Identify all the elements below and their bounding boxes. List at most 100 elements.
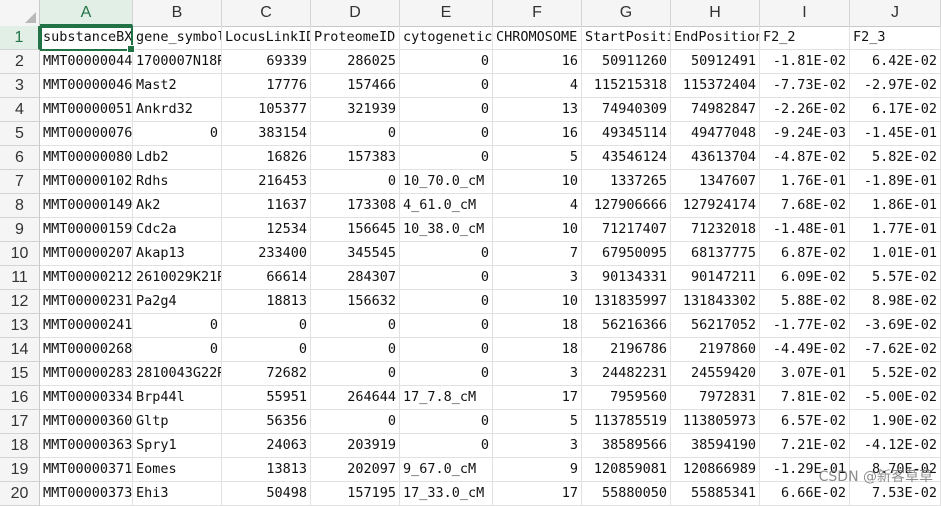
cell-g17[interactable]: 113785519 [582, 410, 671, 434]
cell-d10[interactable]: 345545 [311, 242, 400, 266]
cell-e1[interactable]: cytogeneticLoc [400, 26, 493, 50]
cell-i17[interactable]: 6.57E-02 [760, 410, 850, 434]
cell-f2[interactable]: 16 [493, 50, 582, 74]
cell-e11[interactable]: 0 [400, 266, 493, 290]
cell-i2[interactable]: -1.81E-02 [760, 50, 850, 74]
cell-g18[interactable]: 38589566 [582, 434, 671, 458]
cell-g12[interactable]: 131835997 [582, 290, 671, 314]
row-header-1[interactable]: 1 [0, 26, 40, 50]
cell-b20[interactable]: Ehi3 [133, 482, 222, 506]
cell-d17[interactable]: 0 [311, 410, 400, 434]
row-header-16[interactable]: 16 [0, 386, 40, 410]
cell-i11[interactable]: 6.09E-02 [760, 266, 850, 290]
row-header-12[interactable]: 12 [0, 290, 40, 314]
cell-i1[interactable]: F2_2 [760, 26, 850, 50]
cell-f13[interactable]: 18 [493, 314, 582, 338]
cell-j12[interactable]: 8.98E-02 [850, 290, 941, 314]
cell-c7[interactable]: 216453 [222, 170, 311, 194]
cell-b9[interactable]: Cdc2a [133, 218, 222, 242]
cell-c2[interactable]: 69339 [222, 50, 311, 74]
cell-g20[interactable]: 55880050 [582, 482, 671, 506]
cell-e19[interactable]: 9_67.0_cM [400, 458, 493, 482]
row-header-4[interactable]: 4 [0, 98, 40, 122]
cell-g2[interactable]: 50911260 [582, 50, 671, 74]
cell-a3[interactable]: MMT00000046 [40, 74, 133, 98]
row-header-2[interactable]: 2 [0, 50, 40, 74]
cell-i18[interactable]: 7.21E-02 [760, 434, 850, 458]
row-header-17[interactable]: 17 [0, 410, 40, 434]
cell-f9[interactable]: 10 [493, 218, 582, 242]
cell-e17[interactable]: 0 [400, 410, 493, 434]
row-header-11[interactable]: 11 [0, 266, 40, 290]
cell-e6[interactable]: 0 [400, 146, 493, 170]
cell-f10[interactable]: 7 [493, 242, 582, 266]
cell-h16[interactable]: 7972831 [671, 386, 760, 410]
column-header-c[interactable]: C [222, 0, 311, 26]
cell-a6[interactable]: MMT00000080 [40, 146, 133, 170]
cell-h4[interactable]: 74982847 [671, 98, 760, 122]
cell-i6[interactable]: -4.87E-02 [760, 146, 850, 170]
cell-a13[interactable]: MMT00000241 [40, 314, 133, 338]
cell-a10[interactable]: MMT00000207 [40, 242, 133, 266]
column-header-a[interactable]: A [40, 0, 133, 26]
row-header-18[interactable]: 18 [0, 434, 40, 458]
cell-h12[interactable]: 131843302 [671, 290, 760, 314]
cell-c1[interactable]: LocusLinkID [222, 26, 311, 50]
cell-g1[interactable]: StartPosition [582, 26, 671, 50]
cell-b7[interactable]: Rdhs [133, 170, 222, 194]
cell-i8[interactable]: 7.68E-02 [760, 194, 850, 218]
cell-d8[interactable]: 173308 [311, 194, 400, 218]
cell-e9[interactable]: 10_38.0_cM [400, 218, 493, 242]
cell-a16[interactable]: MMT00000334 [40, 386, 133, 410]
cell-e15[interactable]: 0 [400, 362, 493, 386]
cell-j4[interactable]: 6.17E-02 [850, 98, 941, 122]
cell-a9[interactable]: MMT00000159 [40, 218, 133, 242]
cell-f3[interactable]: 4 [493, 74, 582, 98]
cell-h13[interactable]: 56217052 [671, 314, 760, 338]
cell-g9[interactable]: 71217407 [582, 218, 671, 242]
cell-c20[interactable]: 50498 [222, 482, 311, 506]
cell-d6[interactable]: 157383 [311, 146, 400, 170]
cell-h14[interactable]: 2197860 [671, 338, 760, 362]
cell-b10[interactable]: Akap13 [133, 242, 222, 266]
cell-g14[interactable]: 2196786 [582, 338, 671, 362]
cell-j11[interactable]: 5.57E-02 [850, 266, 941, 290]
column-header-j[interactable]: J [850, 0, 941, 26]
cell-h9[interactable]: 71232018 [671, 218, 760, 242]
cell-a4[interactable]: MMT00000051 [40, 98, 133, 122]
cell-a20[interactable]: MMT00000373 [40, 482, 133, 506]
cell-j13[interactable]: -3.69E-02 [850, 314, 941, 338]
cell-g6[interactable]: 43546124 [582, 146, 671, 170]
cell-e5[interactable]: 0 [400, 122, 493, 146]
cell-h2[interactable]: 50912491 [671, 50, 760, 74]
cell-b17[interactable]: Gltp [133, 410, 222, 434]
cell-j18[interactable]: -4.12E-02 [850, 434, 941, 458]
cell-e10[interactable]: 0 [400, 242, 493, 266]
cell-b13[interactable]: 0 [133, 314, 222, 338]
cell-e4[interactable]: 0 [400, 98, 493, 122]
cell-a17[interactable]: MMT00000360 [40, 410, 133, 434]
cell-j16[interactable]: -5.00E-02 [850, 386, 941, 410]
row-header-14[interactable]: 14 [0, 338, 40, 362]
cell-e3[interactable]: 0 [400, 74, 493, 98]
cell-g16[interactable]: 7959560 [582, 386, 671, 410]
cell-g19[interactable]: 120859081 [582, 458, 671, 482]
cell-i3[interactable]: -7.73E-02 [760, 74, 850, 98]
cell-e8[interactable]: 4_61.0_cM [400, 194, 493, 218]
select-all-button[interactable] [0, 0, 40, 26]
cell-f14[interactable]: 18 [493, 338, 582, 362]
column-header-d[interactable]: D [311, 0, 400, 26]
cell-h20[interactable]: 55885341 [671, 482, 760, 506]
cell-f17[interactable]: 5 [493, 410, 582, 434]
cell-g15[interactable]: 24482231 [582, 362, 671, 386]
cell-e18[interactable]: 0 [400, 434, 493, 458]
cell-a5[interactable]: MMT00000076 [40, 122, 133, 146]
cell-e16[interactable]: 17_7.8_cM [400, 386, 493, 410]
cell-a15[interactable]: MMT00000283 [40, 362, 133, 386]
column-header-b[interactable]: B [133, 0, 222, 26]
cell-c5[interactable]: 383154 [222, 122, 311, 146]
cell-i10[interactable]: 6.87E-02 [760, 242, 850, 266]
cell-j3[interactable]: -2.97E-02 [850, 74, 941, 98]
cell-c4[interactable]: 105377 [222, 98, 311, 122]
cell-f4[interactable]: 13 [493, 98, 582, 122]
